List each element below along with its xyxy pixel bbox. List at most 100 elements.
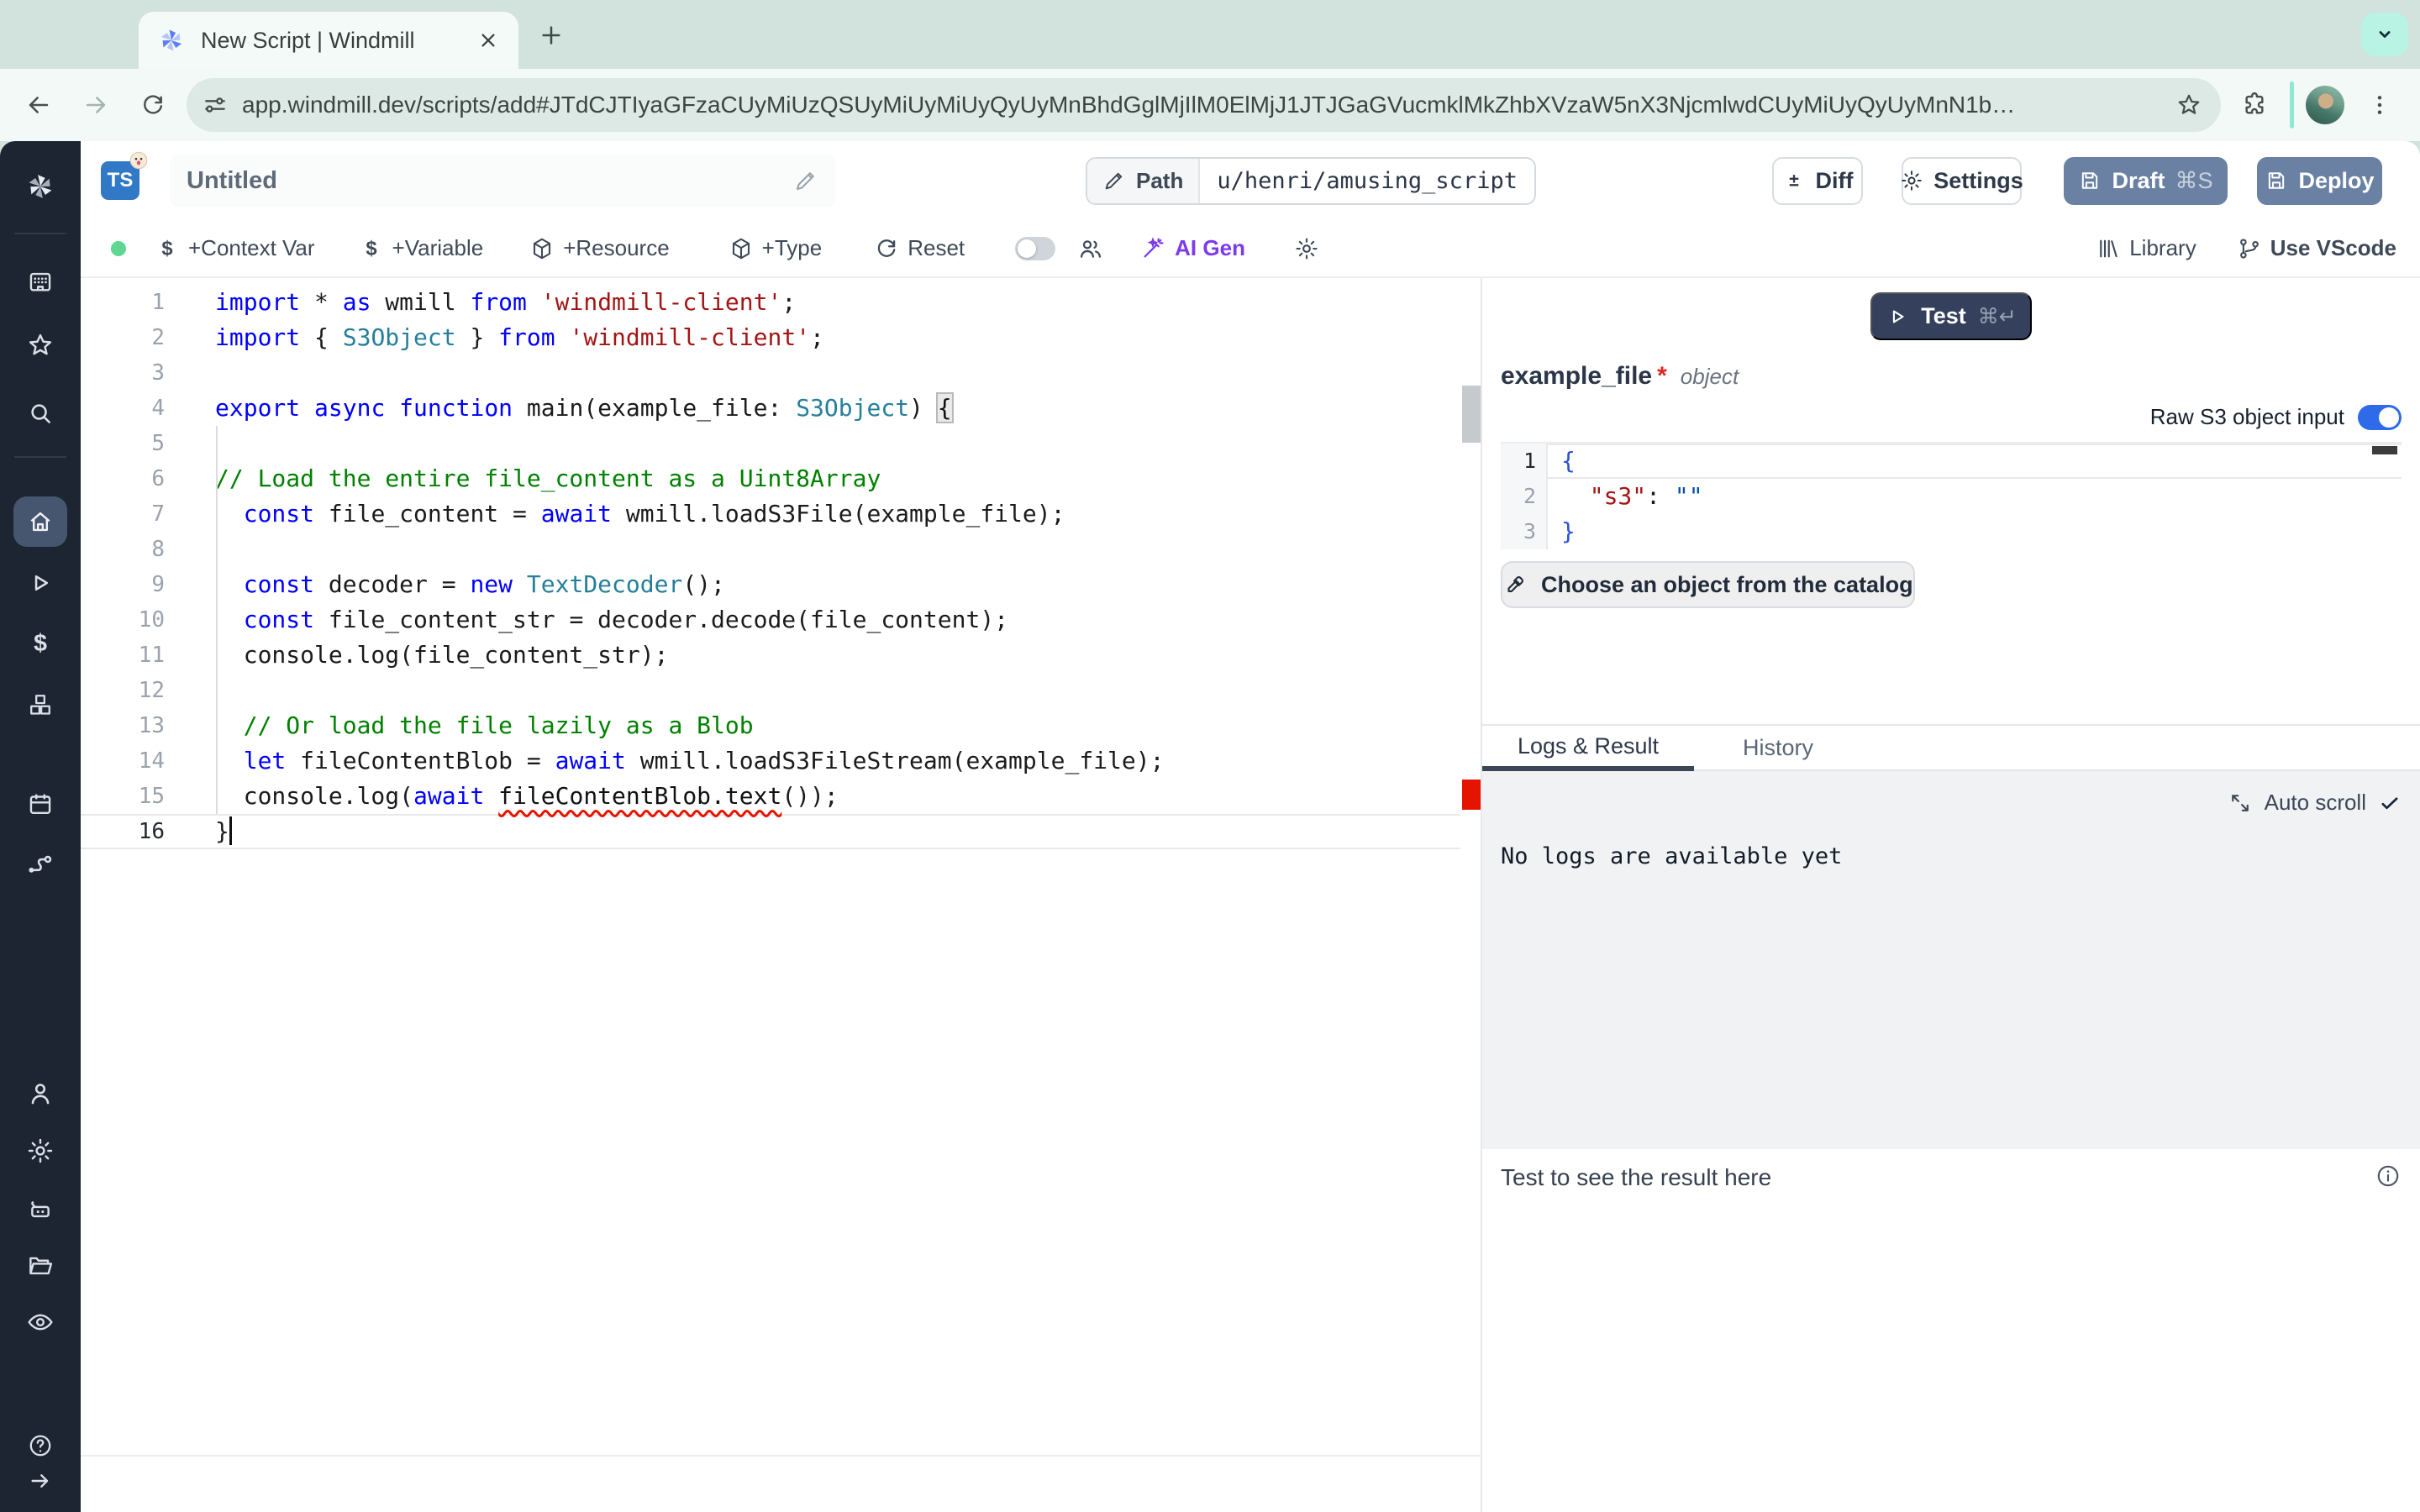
tab-search-button[interactable]: [2361, 13, 2408, 56]
sidebar-item-workers[interactable]: [22, 1191, 59, 1228]
sidebar-expand-icon[interactable]: [24, 1464, 57, 1498]
sidebar-item-variables[interactable]: [22, 625, 59, 662]
line-number: 3: [81, 355, 165, 391]
browser-tab-strip: New Script | Windmill: [0, 0, 2420, 69]
sidebar-item-favorites[interactable]: [22, 327, 59, 364]
choose-object-label: Choose an object from the catalog: [1541, 572, 1913, 598]
code-editor[interactable]: 1import * as wmill from 'windmill-client…: [81, 278, 1482, 1512]
collab-toggle[interactable]: [1015, 237, 1055, 260]
sidebar-item-settings[interactable]: [22, 1132, 59, 1169]
code-line[interactable]: 4export async function main(example_file…: [81, 391, 1460, 426]
sidebar-item-resources[interactable]: [22, 686, 59, 723]
code-line[interactable]: 16}: [81, 814, 1460, 849]
multiplayer-icon[interactable]: [1077, 235, 1104, 262]
code-line[interactable]: 3}: [1501, 514, 2402, 549]
no-logs-text: No logs are available yet: [1501, 843, 1842, 869]
check-icon[interactable]: [2378, 791, 2402, 815]
tab-history[interactable]: History: [1694, 726, 1862, 769]
add-type-button[interactable]: +Type: [729, 235, 823, 261]
json-arg-editor[interactable]: 1{2 "s3": ""3}: [1501, 442, 2402, 549]
raw-s3-label: Raw S3 object input: [2150, 404, 2344, 430]
reset-label: Reset: [908, 235, 965, 261]
sidebar-item-home[interactable]: [13, 496, 67, 547]
profile-avatar[interactable]: [2306, 86, 2344, 124]
new-tab-button[interactable]: [538, 22, 565, 49]
chrome-menu-icon[interactable]: [2356, 81, 2403, 129]
back-button[interactable]: [15, 81, 62, 129]
sidebar-item-folders[interactable]: [22, 1247, 59, 1284]
bookmark-star-icon[interactable]: [2175, 92, 2202, 118]
diff-label: Diff: [1816, 168, 1854, 194]
reload-button[interactable]: [129, 81, 176, 129]
add-resource-label: +Resource: [563, 235, 669, 261]
draft-label: Draft: [2112, 168, 2165, 194]
json-code-lines[interactable]: 1{2 "s3": ""3}: [1501, 444, 2402, 549]
code-line[interactable]: 2import { S3Object } from 'windmill-clie…: [81, 320, 1460, 355]
add-variable-label: +Variable: [392, 235, 484, 261]
sidebar-item-help[interactable]: [24, 1429, 57, 1462]
extensions-icon[interactable]: [2231, 81, 2278, 129]
code-line[interactable]: 1import * as wmill from 'windmill-client…: [81, 285, 1460, 320]
deploy-button[interactable]: Deploy: [2257, 157, 2382, 205]
code-line[interactable]: 13 // Or load the file lazily as a Blob: [81, 708, 1460, 743]
auto-scroll-control[interactable]: Auto scroll: [2228, 790, 2402, 816]
raw-s3-toggle[interactable]: [2358, 405, 2402, 430]
code-line[interactable]: 11 console.log(file_content_str);: [81, 638, 1460, 673]
add-context-var-button[interactable]: +Context Var: [155, 235, 315, 261]
save-icon: [2078, 169, 2102, 192]
expand-icon[interactable]: [2228, 790, 2253, 816]
ai-gen-button[interactable]: AI Gen: [1139, 235, 1245, 262]
path-value: u/henri/amusing_script: [1200, 159, 1534, 203]
draft-button[interactable]: Draft ⌘S: [2064, 157, 2228, 205]
code-line[interactable]: 15 console.log(await fileContentBlob.tex…: [81, 779, 1460, 814]
add-variable-button[interactable]: +Variable: [359, 235, 484, 261]
site-settings-icon[interactable]: [202, 92, 229, 118]
tab-title: New Script | Windmill: [201, 28, 461, 54]
use-vscode-button[interactable]: Use VScode: [2237, 235, 2396, 261]
choose-object-button[interactable]: Choose an object from the catalog: [1501, 561, 1915, 608]
windmill-logo[interactable]: [22, 168, 59, 205]
sidebar-item-runs[interactable]: [22, 564, 59, 601]
code-line[interactable]: 5: [81, 426, 1460, 461]
sidebar-item-users[interactable]: [22, 1075, 59, 1112]
code-line[interactable]: 10 const file_content_str = decoder.deco…: [81, 602, 1460, 638]
code-line[interactable]: 8: [81, 532, 1460, 567]
path-field[interactable]: Path u/henri/amusing_script: [1086, 157, 1536, 205]
code-lines[interactable]: 1import * as wmill from 'windmill-client…: [81, 285, 1460, 849]
browser-tab[interactable]: New Script | Windmill: [139, 12, 518, 69]
code-line[interactable]: 6// Load the entire file_content as a Ui…: [81, 461, 1460, 496]
reset-button[interactable]: Reset: [874, 235, 965, 261]
edit-title-pencil-icon[interactable]: [793, 168, 818, 193]
code-line[interactable]: 9 const decoder = new TextDecoder();: [81, 567, 1460, 602]
code-line[interactable]: 3: [81, 355, 1460, 391]
address-bar[interactable]: app.windmill.dev/scripts/add#JTdCJTIyaGF…: [187, 78, 2221, 132]
editor-settings-gear-icon[interactable]: [1294, 236, 1319, 261]
sidebar-item-routes[interactable]: [22, 845, 59, 882]
status-dot: [111, 241, 126, 256]
typescript-badge: TS: [101, 161, 139, 200]
sidebar-item-schedules[interactable]: [22, 785, 59, 822]
sidebar-item-apps[interactable]: [22, 264, 59, 301]
raw-s3-row: Raw S3 object input: [1501, 404, 2402, 430]
library-button[interactable]: Library: [2096, 235, 2196, 261]
url-text[interactable]: app.windmill.dev/scripts/add#JTdCJTIyaGF…: [242, 92, 2162, 118]
info-icon[interactable]: [2375, 1163, 2402, 1189]
code-line[interactable]: 12: [81, 673, 1460, 708]
forward-button[interactable]: [72, 81, 119, 129]
editor-scrollbar-thumb[interactable]: [1462, 386, 1481, 443]
code-line[interactable]: 14 let fileContentBlob = await wmill.loa…: [81, 743, 1460, 779]
tab-logs-result[interactable]: Logs & Result: [1482, 726, 1694, 771]
sidebar-item-audit-logs[interactable]: [22, 1304, 59, 1341]
code-line[interactable]: 7 const file_content = await wmill.loadS…: [81, 496, 1460, 532]
script-title-input[interactable]: Untitled: [170, 155, 835, 207]
settings-button[interactable]: Settings: [1902, 157, 2022, 205]
sidebar-item-search[interactable]: [22, 395, 59, 432]
code-line[interactable]: 2 "s3": "": [1501, 479, 2402, 514]
diff-button[interactable]: Diff: [1772, 157, 1863, 205]
lang-label: TS: [108, 169, 134, 192]
test-button[interactable]: Test ⌘↵: [1870, 292, 2032, 340]
tab-close-icon[interactable]: [476, 29, 500, 52]
deploy-label: Deploy: [2298, 168, 2374, 194]
add-resource-button[interactable]: +Resource: [529, 235, 669, 261]
code-line[interactable]: 1{: [1501, 444, 2402, 479]
